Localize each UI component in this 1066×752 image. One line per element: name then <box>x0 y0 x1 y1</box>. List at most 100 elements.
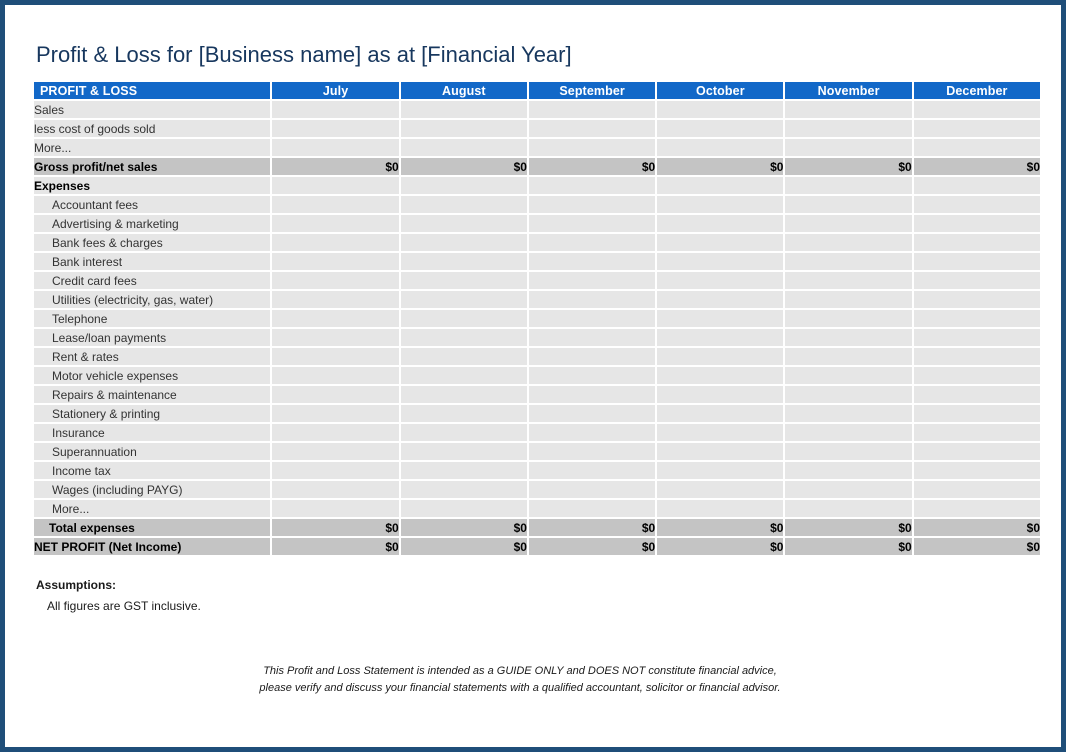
row-value-cell[interactable] <box>400 215 527 233</box>
row-value-cell[interactable] <box>913 196 1040 214</box>
row-value-cell[interactable] <box>272 196 399 214</box>
row-value-cell[interactable] <box>913 272 1040 290</box>
row-value-cell[interactable] <box>528 367 656 385</box>
row-value-cell[interactable] <box>272 101 399 119</box>
column-header-month[interactable]: October <box>657 82 784 100</box>
row-value-cell[interactable]: $0 <box>272 538 399 556</box>
row-value-cell[interactable] <box>657 177 784 195</box>
row-value-cell[interactable] <box>913 329 1040 347</box>
row-value-cell[interactable] <box>657 462 784 480</box>
row-label[interactable]: Accountant fees <box>34 196 271 214</box>
row-value-cell[interactable] <box>785 215 912 233</box>
row-label[interactable]: Repairs & maintenance <box>34 386 271 404</box>
row-value-cell[interactable] <box>657 215 784 233</box>
row-value-cell[interactable] <box>913 500 1040 518</box>
row-value-cell[interactable] <box>400 310 527 328</box>
row-value-cell[interactable] <box>272 177 399 195</box>
row-value-cell[interactable] <box>785 500 912 518</box>
row-value-cell[interactable] <box>400 405 527 423</box>
row-value-cell[interactable]: $0 <box>400 538 527 556</box>
row-value-cell[interactable] <box>657 500 784 518</box>
row-value-cell[interactable] <box>528 120 656 138</box>
row-label[interactable]: Income tax <box>34 462 271 480</box>
row-value-cell[interactable] <box>400 386 527 404</box>
row-value-cell[interactable] <box>528 329 656 347</box>
row-value-cell[interactable] <box>272 215 399 233</box>
row-value-cell[interactable] <box>657 253 784 271</box>
row-value-cell[interactable] <box>400 500 527 518</box>
row-value-cell[interactable] <box>785 481 912 499</box>
row-value-cell[interactable] <box>785 462 912 480</box>
column-header-month[interactable]: August <box>400 82 527 100</box>
row-label[interactable]: Utilities (electricity, gas, water) <box>34 291 271 309</box>
row-value-cell[interactable] <box>657 291 784 309</box>
row-value-cell[interactable] <box>528 101 656 119</box>
row-value-cell[interactable] <box>913 443 1040 461</box>
row-value-cell[interactable] <box>272 348 399 366</box>
row-value-cell[interactable] <box>785 405 912 423</box>
row-value-cell[interactable] <box>272 424 399 442</box>
column-header-label[interactable]: PROFIT & LOSS <box>34 82 271 100</box>
row-value-cell[interactable]: $0 <box>272 519 399 537</box>
row-label[interactable]: Sales <box>34 101 271 119</box>
row-value-cell[interactable] <box>913 139 1040 157</box>
row-label[interactable]: Motor vehicle expenses <box>34 367 271 385</box>
row-value-cell[interactable] <box>785 253 912 271</box>
column-header-month[interactable]: December <box>913 82 1040 100</box>
row-label[interactable]: Telephone <box>34 310 271 328</box>
row-value-cell[interactable] <box>528 272 656 290</box>
row-value-cell[interactable] <box>657 348 784 366</box>
row-label[interactable]: Gross profit/net sales <box>34 158 271 176</box>
row-value-cell[interactable]: $0 <box>785 519 912 537</box>
row-value-cell[interactable] <box>913 462 1040 480</box>
row-value-cell[interactable] <box>400 424 527 442</box>
row-value-cell[interactable]: $0 <box>913 158 1040 176</box>
row-label[interactable]: Lease/loan payments <box>34 329 271 347</box>
row-value-cell[interactable] <box>400 234 527 252</box>
row-value-cell[interactable] <box>528 348 656 366</box>
row-value-cell[interactable] <box>785 196 912 214</box>
row-label[interactable]: More... <box>34 500 271 518</box>
row-value-cell[interactable]: $0 <box>400 519 527 537</box>
row-value-cell[interactable] <box>785 443 912 461</box>
row-value-cell[interactable] <box>785 177 912 195</box>
row-value-cell[interactable] <box>657 139 784 157</box>
row-value-cell[interactable] <box>913 253 1040 271</box>
row-value-cell[interactable] <box>528 196 656 214</box>
row-label[interactable]: Expenses <box>34 177 271 195</box>
row-value-cell[interactable] <box>528 481 656 499</box>
row-value-cell[interactable] <box>913 367 1040 385</box>
row-value-cell[interactable] <box>272 329 399 347</box>
row-value-cell[interactable]: $0 <box>657 538 784 556</box>
row-value-cell[interactable] <box>272 500 399 518</box>
row-value-cell[interactable] <box>528 500 656 518</box>
row-label[interactable]: NET PROFIT (Net Income) <box>34 538 271 556</box>
row-value-cell[interactable] <box>272 481 399 499</box>
row-value-cell[interactable] <box>785 367 912 385</box>
row-label[interactable]: Credit card fees <box>34 272 271 290</box>
row-value-cell[interactable]: $0 <box>913 538 1040 556</box>
row-value-cell[interactable] <box>913 481 1040 499</box>
row-value-cell[interactable] <box>400 348 527 366</box>
row-label[interactable]: Insurance <box>34 424 271 442</box>
row-value-cell[interactable] <box>528 443 656 461</box>
row-value-cell[interactable] <box>657 329 784 347</box>
row-label[interactable]: More... <box>34 139 271 157</box>
row-value-cell[interactable] <box>657 405 784 423</box>
row-value-cell[interactable] <box>528 462 656 480</box>
row-value-cell[interactable] <box>400 196 527 214</box>
row-value-cell[interactable] <box>913 291 1040 309</box>
row-value-cell[interactable] <box>400 481 527 499</box>
row-value-cell[interactable]: $0 <box>785 158 912 176</box>
row-value-cell[interactable] <box>272 139 399 157</box>
row-value-cell[interactable] <box>785 291 912 309</box>
row-value-cell[interactable]: $0 <box>528 158 656 176</box>
row-value-cell[interactable] <box>913 177 1040 195</box>
row-value-cell[interactable] <box>913 215 1040 233</box>
row-value-cell[interactable] <box>657 424 784 442</box>
row-value-cell[interactable]: $0 <box>400 158 527 176</box>
row-value-cell[interactable]: $0 <box>913 519 1040 537</box>
row-value-cell[interactable] <box>913 386 1040 404</box>
row-value-cell[interactable] <box>272 310 399 328</box>
row-value-cell[interactable] <box>528 424 656 442</box>
